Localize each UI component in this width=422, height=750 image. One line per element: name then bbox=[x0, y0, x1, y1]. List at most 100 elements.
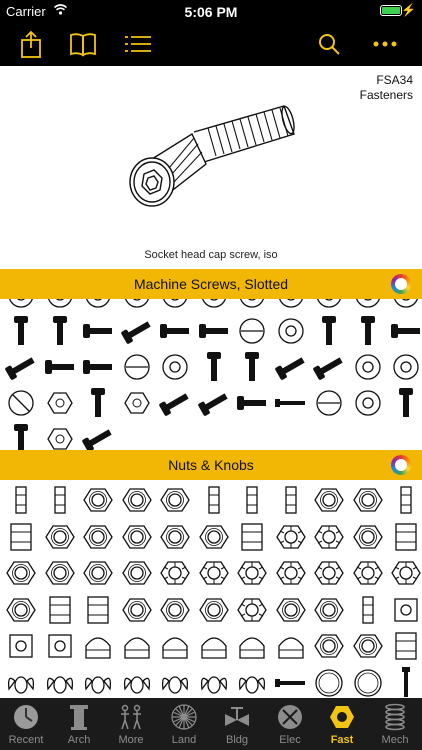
list-icon[interactable] bbox=[122, 29, 152, 59]
part-thumbnail[interactable] bbox=[388, 665, 422, 699]
part-thumbnail[interactable] bbox=[234, 519, 270, 555]
part-thumbnail[interactable] bbox=[119, 519, 155, 555]
part-thumbnail[interactable] bbox=[388, 592, 422, 628]
more-icon[interactable] bbox=[370, 29, 400, 59]
part-thumbnail[interactable] bbox=[119, 349, 155, 385]
part-thumbnail[interactable] bbox=[3, 592, 39, 628]
part-thumbnail[interactable] bbox=[3, 385, 39, 421]
part-thumbnail[interactable] bbox=[273, 555, 309, 591]
part-thumbnail[interactable] bbox=[388, 555, 422, 591]
part-thumbnail[interactable] bbox=[42, 592, 78, 628]
part-thumbnail[interactable] bbox=[80, 421, 116, 450]
part-thumbnail[interactable] bbox=[42, 628, 78, 664]
part-thumbnail[interactable] bbox=[80, 385, 116, 421]
part-thumbnail[interactable] bbox=[273, 519, 309, 555]
part-thumbnail[interactable] bbox=[350, 299, 386, 313]
part-thumbnail[interactable] bbox=[196, 482, 232, 518]
part-thumbnail[interactable] bbox=[234, 313, 270, 349]
part-thumbnail[interactable] bbox=[350, 555, 386, 591]
part-thumbnail[interactable] bbox=[196, 313, 232, 349]
part-thumbnail[interactable] bbox=[234, 349, 270, 385]
part-thumbnail[interactable] bbox=[157, 628, 193, 664]
part-thumbnail[interactable] bbox=[311, 349, 347, 385]
part-thumbnail[interactable] bbox=[350, 385, 386, 421]
part-thumbnail[interactable] bbox=[234, 555, 270, 591]
part-thumbnail[interactable] bbox=[80, 313, 116, 349]
part-thumbnail[interactable] bbox=[273, 349, 309, 385]
part-thumbnail[interactable] bbox=[234, 665, 270, 699]
color-wheel-icon[interactable] bbox=[391, 274, 411, 294]
part-thumbnail[interactable] bbox=[157, 349, 193, 385]
tab-elec[interactable]: Elec bbox=[264, 698, 316, 750]
color-wheel-icon[interactable] bbox=[391, 455, 411, 475]
part-thumbnail[interactable] bbox=[42, 299, 78, 313]
search-icon[interactable] bbox=[314, 29, 344, 59]
part-thumbnail[interactable] bbox=[157, 665, 193, 699]
part-thumbnail[interactable] bbox=[350, 349, 386, 385]
part-thumbnail[interactable] bbox=[119, 555, 155, 591]
part-thumbnail[interactable] bbox=[234, 628, 270, 664]
part-thumbnail[interactable] bbox=[311, 555, 347, 591]
section-header-nuts-knobs[interactable]: Nuts & Knobs bbox=[0, 450, 422, 480]
part-thumbnail[interactable] bbox=[80, 592, 116, 628]
part-thumbnail[interactable] bbox=[80, 628, 116, 664]
part-thumbnail[interactable] bbox=[234, 299, 270, 313]
part-thumbnail[interactable] bbox=[42, 385, 78, 421]
part-thumbnail[interactable] bbox=[157, 299, 193, 313]
part-thumbnail[interactable] bbox=[311, 519, 347, 555]
part-thumbnail[interactable] bbox=[350, 519, 386, 555]
part-thumbnail[interactable] bbox=[119, 299, 155, 313]
part-thumbnail[interactable] bbox=[42, 482, 78, 518]
part-thumbnail[interactable] bbox=[80, 665, 116, 699]
part-thumbnail[interactable] bbox=[119, 665, 155, 699]
part-thumbnail[interactable] bbox=[157, 555, 193, 591]
part-thumbnail[interactable] bbox=[80, 555, 116, 591]
part-thumbnail[interactable] bbox=[157, 385, 193, 421]
part-thumbnail[interactable] bbox=[196, 628, 232, 664]
part-thumbnail[interactable] bbox=[42, 665, 78, 699]
part-thumbnail[interactable] bbox=[3, 555, 39, 591]
part-thumbnail[interactable] bbox=[273, 592, 309, 628]
tab-fast[interactable]: Fast bbox=[316, 698, 368, 750]
tab-bldg[interactable]: Bldg bbox=[211, 698, 263, 750]
part-thumbnail[interactable] bbox=[311, 299, 347, 313]
part-thumbnail[interactable] bbox=[388, 482, 422, 518]
part-thumbnail[interactable] bbox=[311, 628, 347, 664]
part-thumbnail[interactable] bbox=[42, 421, 78, 450]
part-thumbnail[interactable] bbox=[234, 482, 270, 518]
part-thumbnail[interactable] bbox=[42, 349, 78, 385]
part-thumbnail[interactable] bbox=[196, 555, 232, 591]
part-thumbnail[interactable] bbox=[80, 349, 116, 385]
part-thumbnail[interactable] bbox=[388, 519, 422, 555]
part-thumbnail[interactable] bbox=[388, 313, 422, 349]
part-thumbnail[interactable] bbox=[157, 313, 193, 349]
part-thumbnail[interactable] bbox=[234, 385, 270, 421]
part-thumbnail[interactable] bbox=[350, 313, 386, 349]
part-thumbnail[interactable] bbox=[157, 482, 193, 518]
part-thumbnail[interactable] bbox=[388, 299, 422, 313]
part-thumbnail[interactable] bbox=[196, 519, 232, 555]
part-thumbnail[interactable] bbox=[196, 592, 232, 628]
part-thumbnail[interactable] bbox=[80, 482, 116, 518]
part-thumbnail[interactable] bbox=[157, 519, 193, 555]
part-thumbnail[interactable] bbox=[196, 665, 232, 699]
part-thumbnail[interactable] bbox=[80, 299, 116, 313]
tab-more[interactable]: More bbox=[105, 698, 157, 750]
part-thumbnail[interactable] bbox=[350, 592, 386, 628]
part-thumbnail[interactable] bbox=[273, 628, 309, 664]
part-thumbnail[interactable] bbox=[196, 349, 232, 385]
part-thumbnail[interactable] bbox=[273, 313, 309, 349]
tab-recent[interactable]: Recent bbox=[0, 698, 52, 750]
tab-arch[interactable]: Arch bbox=[53, 698, 105, 750]
part-thumbnail[interactable] bbox=[3, 665, 39, 699]
part-thumbnail[interactable] bbox=[311, 385, 347, 421]
part-thumbnail[interactable] bbox=[119, 385, 155, 421]
part-thumbnail[interactable] bbox=[196, 299, 232, 313]
part-thumbnail[interactable] bbox=[42, 519, 78, 555]
part-thumbnail[interactable] bbox=[3, 628, 39, 664]
part-thumbnail[interactable] bbox=[80, 519, 116, 555]
part-thumbnail[interactable] bbox=[234, 592, 270, 628]
part-thumbnail[interactable] bbox=[311, 592, 347, 628]
part-thumbnail[interactable] bbox=[3, 299, 39, 313]
part-thumbnail[interactable] bbox=[157, 592, 193, 628]
